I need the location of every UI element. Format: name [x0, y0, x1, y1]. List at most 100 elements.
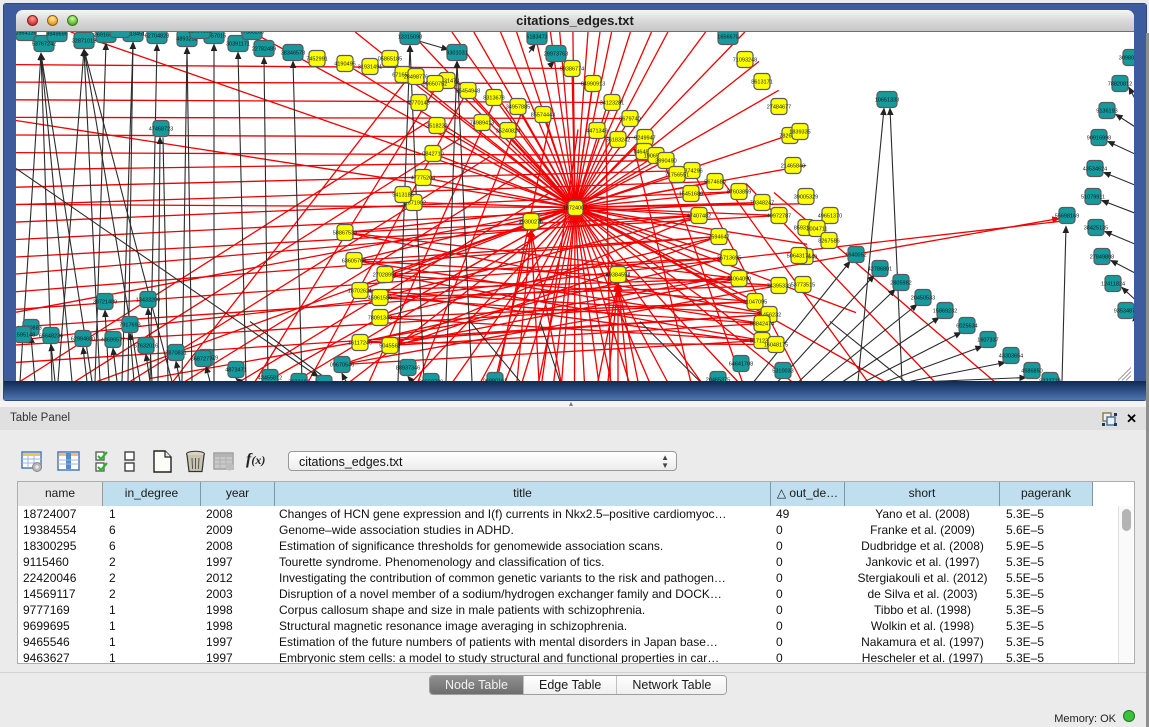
svg-text:44064090: 44064090 — [727, 276, 751, 282]
svg-text:7452991: 7452991 — [306, 56, 327, 62]
svg-text:99386774: 99386774 — [560, 66, 584, 72]
svg-text:2805982: 2805982 — [890, 280, 911, 286]
svg-text:20450533: 20450533 — [911, 295, 935, 301]
svg-text:2004711: 2004711 — [806, 226, 827, 232]
svg-text:85574443: 85574443 — [531, 112, 555, 118]
svg-text:10651333: 10651333 — [875, 97, 899, 103]
svg-text:27028951: 27028951 — [373, 272, 397, 278]
svg-text:87603859: 87603859 — [727, 189, 751, 195]
svg-text:2870831: 2870831 — [165, 350, 186, 356]
svg-text:18702621: 18702621 — [348, 288, 372, 294]
svg-text:5674680: 5674680 — [704, 179, 725, 185]
svg-text:29300275: 29300275 — [519, 219, 543, 225]
svg-text:18724007: 18724007 — [563, 205, 587, 211]
svg-text:81080132: 81080132 — [188, 32, 212, 35]
svg-text:4586850: 4586850 — [1021, 368, 1042, 374]
svg-text:49972787: 49972787 — [767, 213, 791, 219]
svg-text:0564139: 0564139 — [16, 32, 37, 37]
svg-text:58867533: 58867533 — [333, 230, 357, 236]
svg-text:15451680: 15451680 — [679, 191, 703, 197]
svg-text:74989413: 74989413 — [470, 120, 494, 126]
svg-text:5310033: 5310033 — [772, 368, 793, 374]
svg-text:51079911: 51079911 — [1081, 194, 1105, 200]
svg-text:9413186: 9413186 — [392, 192, 413, 198]
svg-text:71093248: 71093248 — [733, 57, 757, 63]
svg-text:4471349: 4471349 — [586, 128, 607, 134]
svg-text:9136193: 9136193 — [1096, 108, 1117, 114]
svg-text:99650752: 99650752 — [423, 81, 447, 87]
svg-text:28498776: 28498776 — [404, 74, 428, 80]
svg-text:4190496: 4190496 — [334, 61, 355, 67]
svg-text:74395339: 74395339 — [767, 283, 791, 289]
svg-text:88937346: 88937346 — [396, 365, 420, 371]
svg-text:67632016: 67632016 — [134, 343, 158, 349]
svg-text:43699577: 43699577 — [101, 337, 125, 343]
svg-text:8613171: 8613171 — [751, 79, 772, 85]
svg-text:53767242: 53767242 — [32, 41, 56, 47]
svg-text:43303654: 43303654 — [999, 353, 1023, 359]
svg-text:38721489: 38721489 — [93, 299, 117, 305]
svg-text:42786801: 42786801 — [868, 266, 892, 272]
svg-text:0679740: 0679740 — [619, 116, 640, 122]
svg-text:78820812: 78820812 — [1108, 81, 1132, 87]
svg-text:1656670: 1656670 — [717, 34, 738, 40]
svg-text:34123281: 34123281 — [600, 100, 624, 106]
svg-text:39005329: 39005329 — [794, 194, 818, 200]
svg-text:78091343: 78091343 — [368, 315, 392, 321]
svg-text:61595148: 61595148 — [16, 332, 35, 338]
svg-text:5045562: 5045562 — [379, 343, 400, 349]
svg-text:12411824: 12411824 — [1101, 281, 1125, 287]
svg-text:38346578: 38346578 — [281, 50, 305, 56]
svg-text:19384554: 19384554 — [606, 272, 630, 278]
svg-text:5183473: 5183473 — [526, 34, 547, 40]
svg-text:0249947: 0249947 — [634, 135, 655, 141]
svg-text:47407482: 47407482 — [687, 213, 711, 219]
svg-text:50643171: 50643171 — [787, 253, 811, 259]
svg-text:05865185: 05865185 — [378, 56, 402, 62]
svg-text:93534874: 93534874 — [1114, 308, 1134, 314]
svg-text:9301031: 9301031 — [446, 50, 467, 56]
svg-text:16117240: 16117240 — [348, 340, 372, 346]
svg-text:58842474: 58842474 — [750, 321, 774, 327]
svg-text:13315098: 13315098 — [398, 34, 422, 40]
svg-text:38425135: 38425135 — [1084, 225, 1108, 231]
svg-text:1640052: 1640052 — [845, 252, 866, 258]
svg-text:7917693: 7917693 — [119, 322, 140, 328]
svg-text:7594647: 7594647 — [708, 234, 729, 240]
svg-text:62994680: 62994680 — [71, 336, 95, 342]
svg-text:62704828: 62704828 — [145, 33, 169, 39]
svg-text:30980500: 30980500 — [1119, 55, 1134, 61]
svg-text:31931491: 31931491 — [358, 64, 382, 70]
svg-text:21465840: 21465840 — [781, 163, 805, 169]
svg-text:63605766: 63605766 — [342, 258, 366, 264]
svg-text:36183242: 36183242 — [606, 137, 630, 143]
svg-text:8849696: 8849696 — [46, 32, 67, 38]
svg-text:71756551: 71756551 — [665, 172, 689, 178]
svg-text:16048175: 16048175 — [764, 342, 788, 348]
svg-text:86872774: 86872774 — [191, 356, 215, 362]
svg-text:35454948: 35454948 — [456, 88, 480, 94]
svg-text:7770143: 7770143 — [408, 100, 429, 106]
svg-text:30391171: 30391171 — [226, 41, 250, 47]
svg-text:13433200: 13433200 — [136, 297, 160, 303]
svg-text:90916998: 90916998 — [1087, 135, 1111, 141]
svg-text:1839335: 1839335 — [789, 129, 810, 135]
svg-text:27849808: 27849808 — [1090, 254, 1114, 260]
svg-text:29973763: 29973763 — [544, 51, 568, 57]
svg-text:47468723: 47468723 — [149, 126, 173, 132]
svg-text:53773515: 53773515 — [791, 282, 815, 288]
svg-text:8313678: 8313678 — [483, 95, 504, 101]
svg-text:4873471: 4873471 — [225, 367, 246, 373]
svg-text:0842710: 0842710 — [422, 151, 443, 157]
svg-text:77360260: 77360260 — [240, 32, 264, 36]
svg-text:15869232: 15869232 — [933, 308, 957, 314]
svg-text:3518233: 3518233 — [426, 123, 447, 129]
svg-text:27484677: 27484677 — [767, 104, 791, 110]
svg-text:21047095: 21047095 — [743, 299, 767, 305]
svg-text:55698169: 55698169 — [1055, 213, 1079, 219]
svg-text:65648236: 65648236 — [39, 333, 63, 339]
svg-text:72624731: 72624731 — [108, 32, 132, 34]
svg-text:6025634: 6025634 — [956, 323, 977, 329]
svg-text:35240824: 35240824 — [496, 128, 520, 134]
svg-text:49651370: 49651370 — [818, 213, 842, 219]
